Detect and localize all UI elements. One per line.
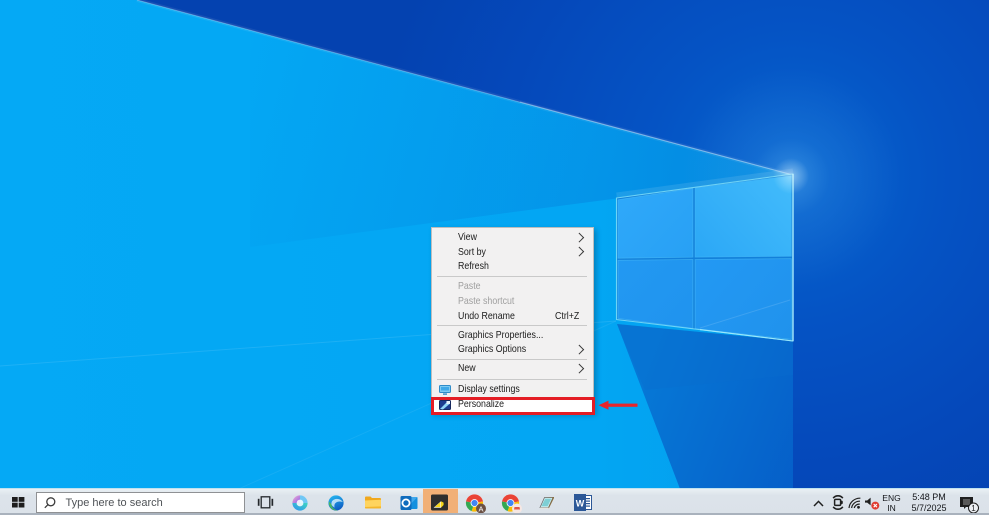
svg-text:1: 1 bbox=[971, 504, 976, 513]
svg-text:A: A bbox=[478, 504, 483, 513]
svg-text:W: W bbox=[576, 499, 585, 509]
